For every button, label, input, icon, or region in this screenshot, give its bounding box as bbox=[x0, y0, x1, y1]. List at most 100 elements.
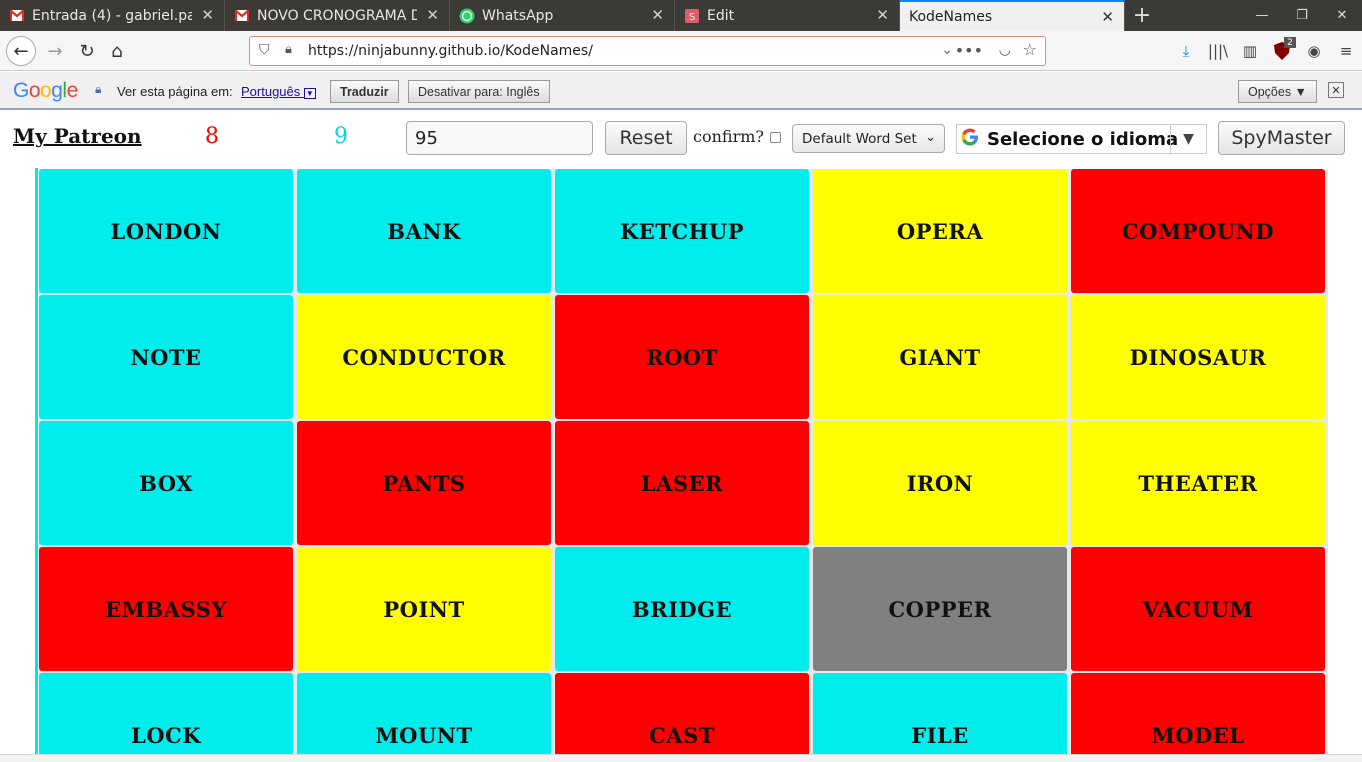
dropdown-icon[interactable]: ▼ bbox=[1170, 125, 1206, 153]
tab-title: WhatsApp bbox=[482, 7, 554, 24]
red-score: 8 bbox=[205, 124, 219, 149]
navigation-bar: ← → ↻ ⌂ ⛉ 🔒︎ https://ninjabunny.github.i… bbox=[0, 31, 1362, 71]
tab-strip: Entrada (4) - gabriel.patz ✕ NOVO CRONOG… bbox=[0, 0, 1362, 31]
patreon-link[interactable]: My Patreon bbox=[13, 124, 142, 148]
tab-gmail-inbox[interactable]: Entrada (4) - gabriel.patz ✕ bbox=[0, 0, 225, 31]
word-card[interactable]: MODEL bbox=[1071, 673, 1325, 754]
close-window-icon[interactable]: ✕ bbox=[1322, 0, 1362, 31]
url-text[interactable]: https://ninjabunny.github.io/KodeNames/ bbox=[308, 43, 593, 59]
translate-prompt: Ver esta página em: bbox=[117, 84, 233, 99]
word-card[interactable]: COMPOUND bbox=[1071, 169, 1325, 293]
url-bar[interactable]: ⛉ 🔒︎ https://ninjabunny.github.io/KodeNa… bbox=[249, 36, 1046, 66]
word-card[interactable]: IRON bbox=[813, 421, 1067, 545]
word-card[interactable]: NOTE bbox=[39, 295, 293, 419]
tab-whatsapp[interactable]: WhatsApp ✕ bbox=[450, 0, 675, 31]
sidebar-icon[interactable]: ▥ bbox=[1234, 36, 1266, 66]
shield-icon[interactable]: ⛉ bbox=[259, 42, 270, 58]
google-g-icon bbox=[961, 128, 979, 150]
word-card[interactable]: LASER bbox=[555, 421, 809, 545]
tab-edit[interactable]: S Edit ✕ bbox=[675, 0, 900, 31]
cyan-score: 9 bbox=[334, 124, 348, 149]
word-set-value: Default Word Set bbox=[802, 130, 917, 147]
word-card[interactable]: PANTS bbox=[297, 421, 551, 545]
language-select-value: Selecione o idioma bbox=[987, 128, 1179, 150]
reload-icon[interactable]: ↻ bbox=[72, 36, 102, 66]
home-icon[interactable]: ⌂ bbox=[102, 36, 132, 66]
gmail-icon bbox=[234, 8, 250, 24]
word-card[interactable]: BRIDGE bbox=[555, 547, 809, 671]
language-select[interactable]: Selecione o idioma ▼ bbox=[956, 124, 1207, 154]
tab-title: Edit bbox=[707, 7, 735, 24]
gmail-icon bbox=[9, 8, 25, 24]
new-tab-icon[interactable]: + bbox=[1125, 0, 1159, 31]
bookmark-star-icon[interactable]: ☆ bbox=[1023, 40, 1037, 59]
word-card[interactable]: THEATER bbox=[1071, 421, 1325, 545]
word-card[interactable]: DINOSAUR bbox=[1071, 295, 1325, 419]
word-card[interactable]: EMBASSY bbox=[39, 547, 293, 671]
chevron-down-icon[interactable]: ⌄ bbox=[941, 42, 953, 58]
chevron-down-icon: ⌄ bbox=[925, 130, 936, 145]
download-icon[interactable]: ⤓ bbox=[1170, 36, 1202, 66]
disable-translate-button[interactable]: Desativar para: Inglês bbox=[408, 80, 550, 103]
window-controls: — ❐ ✕ bbox=[1242, 0, 1362, 31]
language-link[interactable]: Português ▼ bbox=[241, 84, 316, 99]
ublock-icon[interactable]: 2 bbox=[1266, 36, 1298, 66]
menu-icon[interactable]: ≡ bbox=[1330, 36, 1362, 66]
status-strip bbox=[0, 754, 1362, 762]
board-edge bbox=[35, 168, 38, 754]
word-card[interactable]: ROOT bbox=[555, 295, 809, 419]
dropdown-icon[interactable]: ▼ bbox=[303, 88, 316, 99]
confirm-label: confirm? bbox=[693, 127, 764, 146]
word-card[interactable]: LOCK bbox=[39, 673, 293, 754]
forward-icon[interactable]: → bbox=[40, 36, 70, 66]
pocket-icon[interactable]: ◡ bbox=[999, 42, 1011, 58]
library-icon[interactable]: |||\ bbox=[1202, 36, 1234, 66]
back-icon[interactable]: ← bbox=[6, 36, 36, 66]
badge-count: 2 bbox=[1284, 37, 1296, 48]
options-button[interactable]: Opções ▼ bbox=[1238, 80, 1317, 103]
tab-title: NOVO CRONOGRAMA DE bbox=[257, 7, 417, 24]
word-card[interactable]: KETCHUP bbox=[555, 169, 809, 293]
word-card[interactable]: VACUUM bbox=[1071, 547, 1325, 671]
close-icon[interactable]: ✕ bbox=[1101, 8, 1114, 26]
reset-button[interactable]: Reset bbox=[605, 121, 687, 155]
confirm-checkbox[interactable] bbox=[770, 132, 781, 143]
translate-button[interactable]: Traduzir bbox=[330, 80, 399, 103]
close-icon[interactable]: ✕ bbox=[876, 6, 889, 24]
lock-icon[interactable]: 🔒︎ bbox=[285, 42, 292, 57]
word-card[interactable]: CONDUCTOR bbox=[297, 295, 551, 419]
word-card[interactable]: FILE bbox=[813, 673, 1067, 754]
tab-title: Entrada (4) - gabriel.patz bbox=[32, 7, 192, 24]
word-card[interactable]: BANK bbox=[297, 169, 551, 293]
word-card[interactable]: POINT bbox=[297, 547, 551, 671]
word-set-select[interactable]: Default Word Set ⌄ bbox=[792, 124, 945, 153]
more-actions-icon[interactable]: ••• bbox=[955, 41, 983, 60]
toolbar-icons: ⤓ |||\ ▥ 2 ◉ ≡ bbox=[1170, 36, 1362, 66]
translate-bar: Google 🔒︎ Ver esta página em: Português … bbox=[0, 72, 1362, 110]
game-board: LONDON BANK KETCHUP OPERA COMPOUND NOTE … bbox=[39, 169, 1328, 754]
tab-title: KodeNames bbox=[909, 8, 993, 25]
close-icon[interactable]: ✕ bbox=[651, 6, 664, 24]
word-card[interactable]: BOX bbox=[39, 421, 293, 545]
word-card[interactable]: CAST bbox=[555, 673, 809, 754]
account-icon[interactable]: ◉ bbox=[1298, 36, 1330, 66]
whatsapp-icon bbox=[459, 8, 475, 24]
word-card[interactable]: COPPER bbox=[813, 547, 1067, 671]
close-icon[interactable]: ✕ bbox=[426, 6, 439, 24]
word-card[interactable]: LONDON bbox=[39, 169, 293, 293]
language-name[interactable]: Português bbox=[241, 84, 300, 99]
game-header: My Patreon 8 9 95 Reset confirm? Default… bbox=[0, 112, 1362, 166]
tab-gmail-cronograma[interactable]: NOVO CRONOGRAMA DE ✕ bbox=[225, 0, 450, 31]
word-card[interactable]: OPERA bbox=[813, 169, 1067, 293]
word-card[interactable]: MOUNT bbox=[297, 673, 551, 754]
lock-icon: 🔒︎ bbox=[95, 82, 102, 96]
tab-kodenames[interactable]: KodeNames ✕ bbox=[900, 0, 1125, 31]
close-icon[interactable]: ✕ bbox=[1328, 82, 1344, 98]
seed-input[interactable]: 95 bbox=[406, 121, 593, 155]
spymaster-button[interactable]: SpyMaster bbox=[1218, 121, 1345, 155]
edit-icon: S bbox=[684, 8, 700, 24]
word-card[interactable]: GIANT bbox=[813, 295, 1067, 419]
restore-icon[interactable]: ❐ bbox=[1282, 0, 1322, 31]
minimize-icon[interactable]: — bbox=[1242, 0, 1282, 31]
close-icon[interactable]: ✕ bbox=[201, 6, 214, 24]
